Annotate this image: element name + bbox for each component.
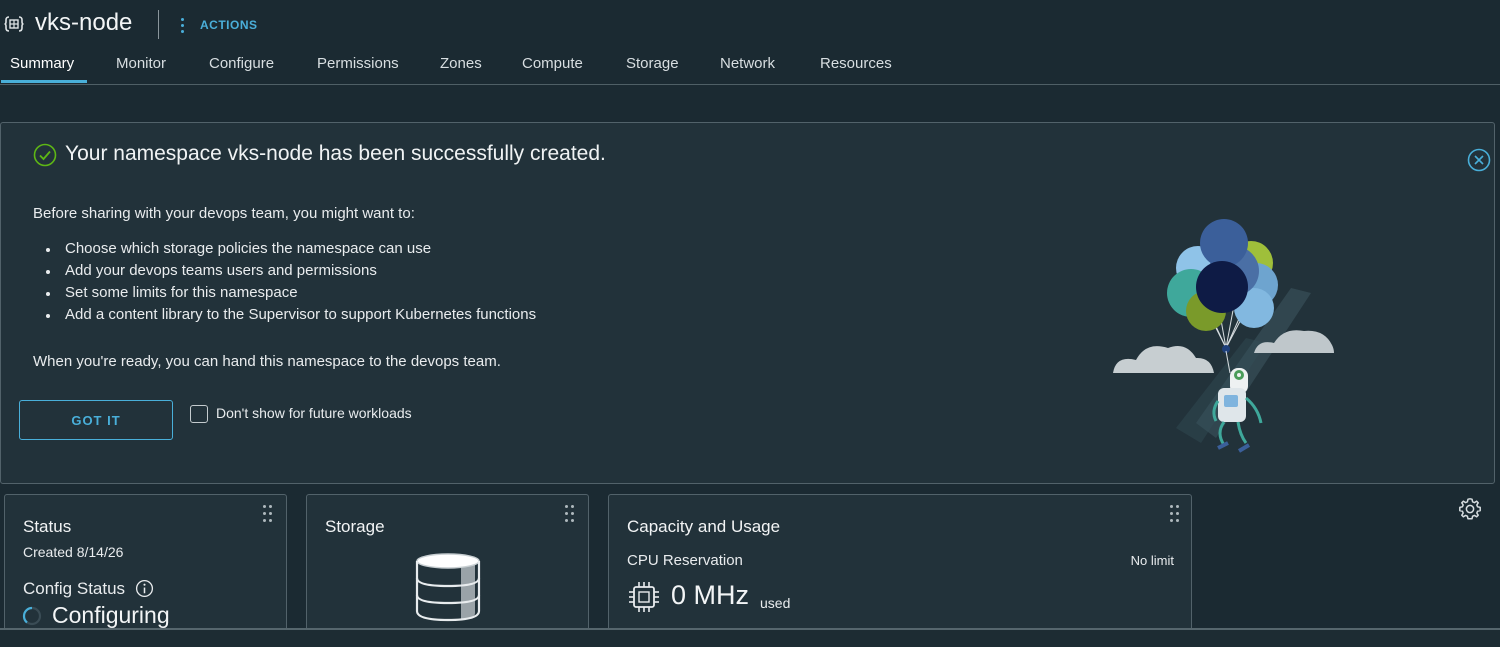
tab-permissions[interactable]: Permissions [317,55,399,72]
gear-icon[interactable] [1458,497,1482,521]
success-check-icon [33,143,57,167]
tab-bar: Summary Monitor Configure Permissions Zo… [0,48,1500,85]
dont-show-label[interactable]: Don't show for future workloads [216,405,412,421]
config-status-value: Configuring [52,602,170,628]
status-card: Status Created 8/14/26 Config Status Con… [4,494,287,634]
info-icon[interactable] [135,579,154,598]
bottom-panel-bar [0,628,1500,647]
suggestion-list: Choose which storage policies the namesp… [45,238,536,326]
cpu-chip-icon [629,582,659,612]
spinner-icon [22,606,42,626]
cpu-limit-value: No limit [1130,553,1174,568]
tab-network[interactable]: Network [720,55,775,72]
capacity-usage-card: Capacity and Usage CPU Reservation No li… [608,494,1192,634]
page-title: vks-node [35,9,133,36]
tab-monitor[interactable]: Monitor [116,55,166,72]
created-date: Created 8/14/26 [23,544,124,560]
card-title: Storage [325,517,385,536]
tab-zones[interactable]: Zones [440,55,482,72]
close-icon[interactable] [1467,148,1491,172]
tab-summary[interactable]: Summary [10,55,74,72]
card-title: Capacity and Usage [627,517,781,536]
namespace-icon [4,16,24,32]
cpu-used-label: used [760,595,791,611]
config-status-label: Config Status [23,579,126,598]
got-it-button[interactable]: GOT IT [19,400,173,440]
tab-compute[interactable]: Compute [522,55,583,72]
database-icon [415,553,481,622]
banner-intro: Before sharing with your devops team, yo… [33,205,415,222]
header-divider [158,10,159,39]
drag-handle-icon[interactable] [263,505,273,525]
drag-handle-icon[interactable] [1170,505,1180,525]
cpu-reservation-label: CPU Reservation [627,552,743,569]
card-title: Status [23,517,72,536]
cpu-used-value: 0 MHz [671,580,750,610]
tab-storage[interactable]: Storage [626,55,679,72]
actions-menu-button[interactable]: ACTIONS [174,16,258,34]
banner-title: Your namespace vks-node has been success… [65,142,606,165]
storage-card: Storage [306,494,589,634]
balloon-robot-illustration [1113,219,1334,453]
list-item: Set some limits for this namespace [45,282,536,304]
tab-configure[interactable]: Configure [209,55,274,72]
list-item: Add your devops teams users and permissi… [45,260,536,282]
banner-ready-text: When you're ready, you can hand this nam… [33,353,501,370]
list-item: Choose which storage policies the namesp… [45,238,536,260]
tab-resources[interactable]: Resources [820,55,892,72]
vertical-ellipsis-icon [174,17,190,33]
object-header: vks-node ACTIONS [0,0,1500,48]
success-banner: Your namespace vks-node has been success… [0,122,1495,484]
drag-handle-icon[interactable] [565,505,575,525]
actions-label: ACTIONS [200,18,258,32]
dont-show-checkbox[interactable] [190,405,208,423]
list-item: Add a content library to the Supervisor … [45,304,536,326]
active-tab-indicator [1,80,87,83]
